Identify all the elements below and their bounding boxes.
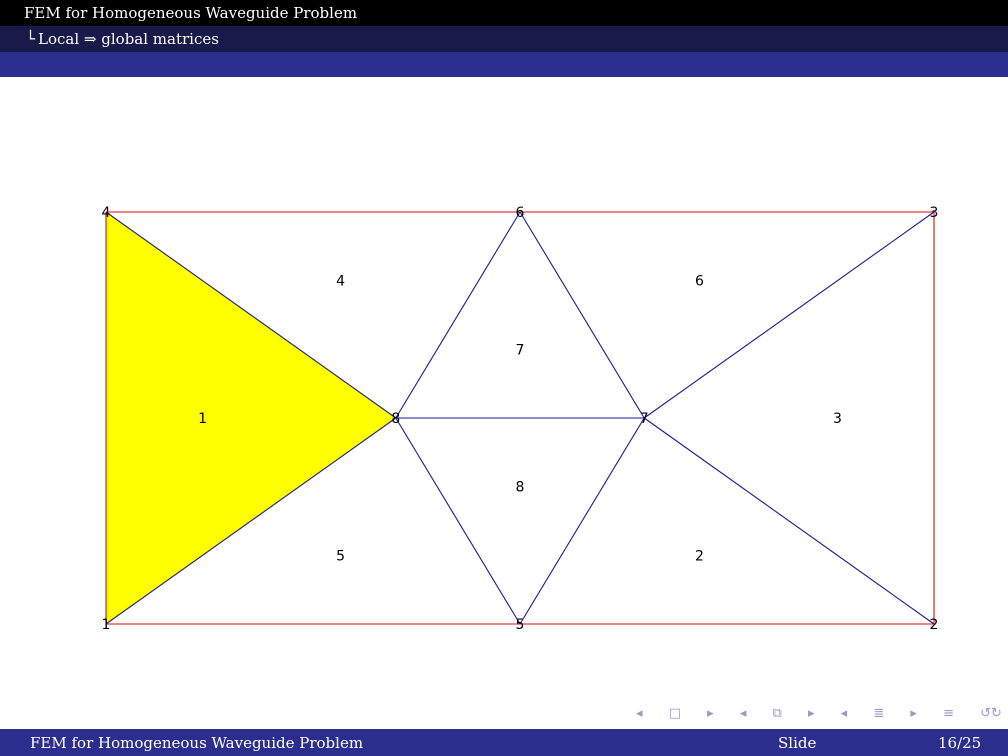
section-icon[interactable]: ≣ bbox=[873, 706, 884, 721]
footer-label: Slide bbox=[778, 734, 817, 752]
header-subsection: Local ⇒ global matrices bbox=[38, 30, 219, 48]
nav-prev-frame[interactable]: ◂ bbox=[636, 706, 643, 721]
header-stripe bbox=[0, 52, 1008, 77]
subsection-icon[interactable]: ⧉ bbox=[773, 706, 782, 721]
element-7-triangle bbox=[396, 212, 644, 418]
element-label-2: 2 bbox=[695, 548, 704, 564]
mesh-diagram: 1 2 3 4 5 6 7 8 1 2 3 4 5 6 7 8 bbox=[102, 205, 939, 633]
node-label-6: 6 bbox=[516, 205, 525, 221]
element-label-3: 3 bbox=[833, 411, 842, 427]
frame-icon[interactable]: □ bbox=[669, 706, 681, 721]
element-label-7: 7 bbox=[516, 342, 525, 358]
footer-title: FEM for Homogeneous Waveguide Problem bbox=[30, 734, 364, 752]
header-title: FEM for Homogeneous Waveguide Problem bbox=[24, 4, 358, 22]
nav-next-subsection[interactable]: ▸ bbox=[808, 706, 815, 721]
footer-bar: FEM for Homogeneous Waveguide Problem Sl… bbox=[0, 729, 1008, 756]
node-label-8: 8 bbox=[391, 411, 400, 427]
element-label-4: 4 bbox=[336, 274, 345, 290]
toc-icon[interactable]: ≡ bbox=[943, 706, 954, 721]
element-label-1: 1 bbox=[198, 411, 207, 427]
element-label-8: 8 bbox=[516, 480, 525, 496]
element-3-triangle bbox=[644, 212, 934, 624]
node-label-3: 3 bbox=[930, 205, 939, 221]
subsection-corner-icon: └ bbox=[26, 30, 36, 48]
element-label-6: 6 bbox=[695, 274, 704, 290]
search-icon[interactable]: ↺↻ bbox=[980, 706, 1002, 721]
node-label-1: 1 bbox=[102, 617, 111, 633]
element-label-5: 5 bbox=[336, 548, 345, 564]
interior-edge-3-7 bbox=[643, 211, 935, 419]
nav-prev-subsection[interactable]: ◂ bbox=[740, 706, 747, 721]
interior-edge-6-7 bbox=[519, 211, 645, 419]
interior-edge-2-7 bbox=[643, 417, 935, 625]
node-label-4: 4 bbox=[102, 205, 111, 221]
element-1-triangle bbox=[106, 212, 396, 624]
interior-edge-5-7 bbox=[519, 417, 645, 625]
interior-edge-6-8 bbox=[395, 211, 521, 419]
nav-next-section[interactable]: ▸ bbox=[910, 706, 917, 721]
beamer-navigation: ◂ □ ▸ ◂ ⧉ ▸ ◂ ≣ ▸ ≡ ↺↻ bbox=[636, 704, 1002, 722]
header-subsection-bar: └ Local ⇒ global matrices bbox=[0, 26, 1008, 52]
node-label-7: 7 bbox=[640, 411, 649, 427]
nav-next-frame[interactable]: ▸ bbox=[707, 706, 714, 721]
nav-prev-section[interactable]: ◂ bbox=[841, 706, 848, 721]
header-title-bar: FEM for Homogeneous Waveguide Problem bbox=[0, 0, 1008, 26]
node-label-5: 5 bbox=[516, 617, 525, 633]
footer-page-number: 16/25 bbox=[938, 734, 982, 752]
element-8-triangle bbox=[396, 418, 644, 624]
node-label-2: 2 bbox=[930, 617, 939, 633]
interior-edge-5-8 bbox=[395, 417, 521, 625]
